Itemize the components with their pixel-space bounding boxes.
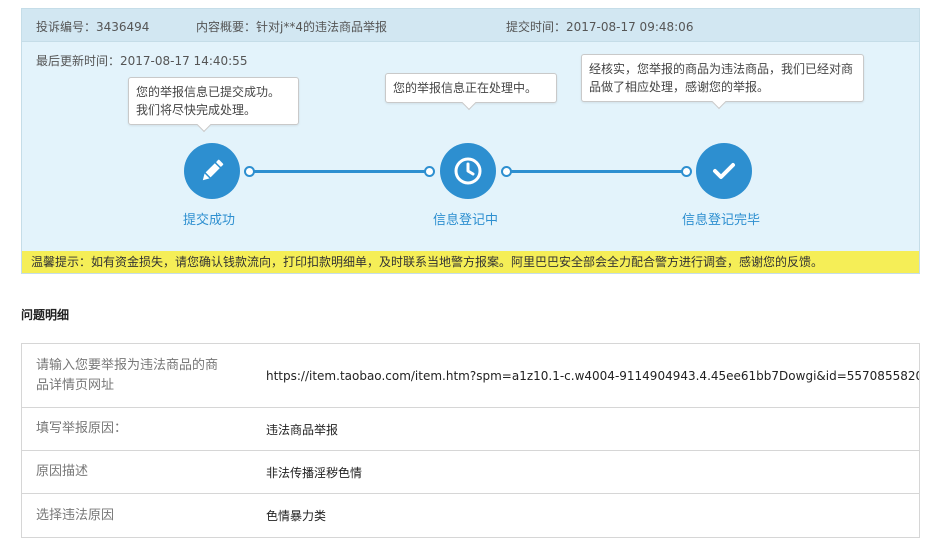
detail-key: 选择违法原因 bbox=[36, 507, 115, 523]
step-2-bubble: 您的举报信息正在处理中。 bbox=[385, 73, 557, 111]
step-1-bubble-line-2: 我们将尽快完成处理。 bbox=[136, 103, 257, 117]
step-1-bubble-line-1: 您的举报信息已提交成功。 bbox=[136, 85, 281, 99]
detail-key: 填写举报原因： bbox=[36, 421, 128, 436]
complaint-summary: 内容概要：针对j**4的违法商品举报 bbox=[196, 20, 387, 34]
detail-value: 违法商品举报 bbox=[266, 422, 339, 437]
warm-tip: 温馨提示：如有资金损失，请您确认钱款流向，打印扣款明细单，及时联系当地警方报案。… bbox=[22, 251, 919, 273]
step-1-circle bbox=[184, 143, 240, 199]
progress-line-1 bbox=[250, 170, 430, 173]
detail-key: 原因描述 bbox=[36, 464, 89, 479]
step-1-label: 提交成功 bbox=[183, 213, 236, 228]
detail-value: 非法传播淫秽色情 bbox=[266, 465, 363, 480]
step-2-circle bbox=[440, 143, 496, 199]
table-row: 选择违法原因 色情暴力类 bbox=[22, 493, 919, 537]
detail-key-line-2: 品详情页网址 bbox=[36, 377, 115, 393]
complaint-id: 投诉编号：3436494 bbox=[36, 20, 150, 34]
step-2-label: 信息登记中 bbox=[433, 213, 499, 228]
pencil-icon bbox=[202, 159, 224, 181]
table-row: 填写举报原因： 违法商品举报 bbox=[22, 407, 919, 450]
detail-value-url: https://item.taobao.com/item.htm?spm=a1z… bbox=[266, 368, 919, 383]
progress-dot bbox=[244, 166, 255, 177]
checkmark-icon bbox=[713, 163, 735, 179]
step-3-bubble-line-1: 经核实，您举报的商品为违法商品，我们已经对商 bbox=[589, 62, 854, 76]
progress-line-2 bbox=[507, 170, 687, 173]
progress-dot bbox=[424, 166, 435, 177]
submit-time: 提交时间：2017-08-17 09:48:06 bbox=[506, 20, 694, 34]
step-3-bubble: 经核实，您举报的商品为违法商品，我们已经对商 品做了相应处理，感谢您的举报。 bbox=[581, 54, 864, 110]
step-1-bubble: 您的举报信息已提交成功。 我们将尽快完成处理。 bbox=[128, 77, 299, 133]
last-updated-time: 最后更新时间：2017-08-17 14:40:55 bbox=[36, 54, 248, 68]
detail-key: 请输入您要举报为违法商品的商 品详情页网址 bbox=[22, 344, 252, 407]
step-3-label: 信息登记完毕 bbox=[682, 213, 761, 228]
section-title: 问题明细 bbox=[21, 308, 70, 322]
step-3-circle bbox=[696, 143, 752, 199]
progress-dot bbox=[681, 166, 692, 177]
step-3-bubble-line-2: 品做了相应处理，感谢您的举报。 bbox=[589, 80, 770, 94]
progress-panel: 投诉编号：3436494 内容概要：针对j**4的违法商品举报 提交时间：201… bbox=[21, 8, 920, 274]
step-2-bubble-line-1: 您的举报信息正在处理中。 bbox=[393, 81, 538, 95]
complaint-header: 投诉编号：3436494 内容概要：针对j**4的违法商品举报 提交时间：201… bbox=[22, 9, 919, 42]
detail-table: 请输入您要举报为违法商品的商 品详情页网址 https://item.taoba… bbox=[21, 343, 920, 538]
clock-icon bbox=[454, 157, 482, 185]
detail-value: 色情暴力类 bbox=[266, 509, 327, 523]
table-row: 请输入您要举报为违法商品的商 品详情页网址 https://item.taoba… bbox=[22, 344, 919, 407]
table-row: 原因描述 非法传播淫秽色情 bbox=[22, 450, 919, 493]
detail-key-line-1: 请输入您要举报为违法商品的商 bbox=[36, 357, 219, 373]
progress-dot bbox=[501, 166, 512, 177]
